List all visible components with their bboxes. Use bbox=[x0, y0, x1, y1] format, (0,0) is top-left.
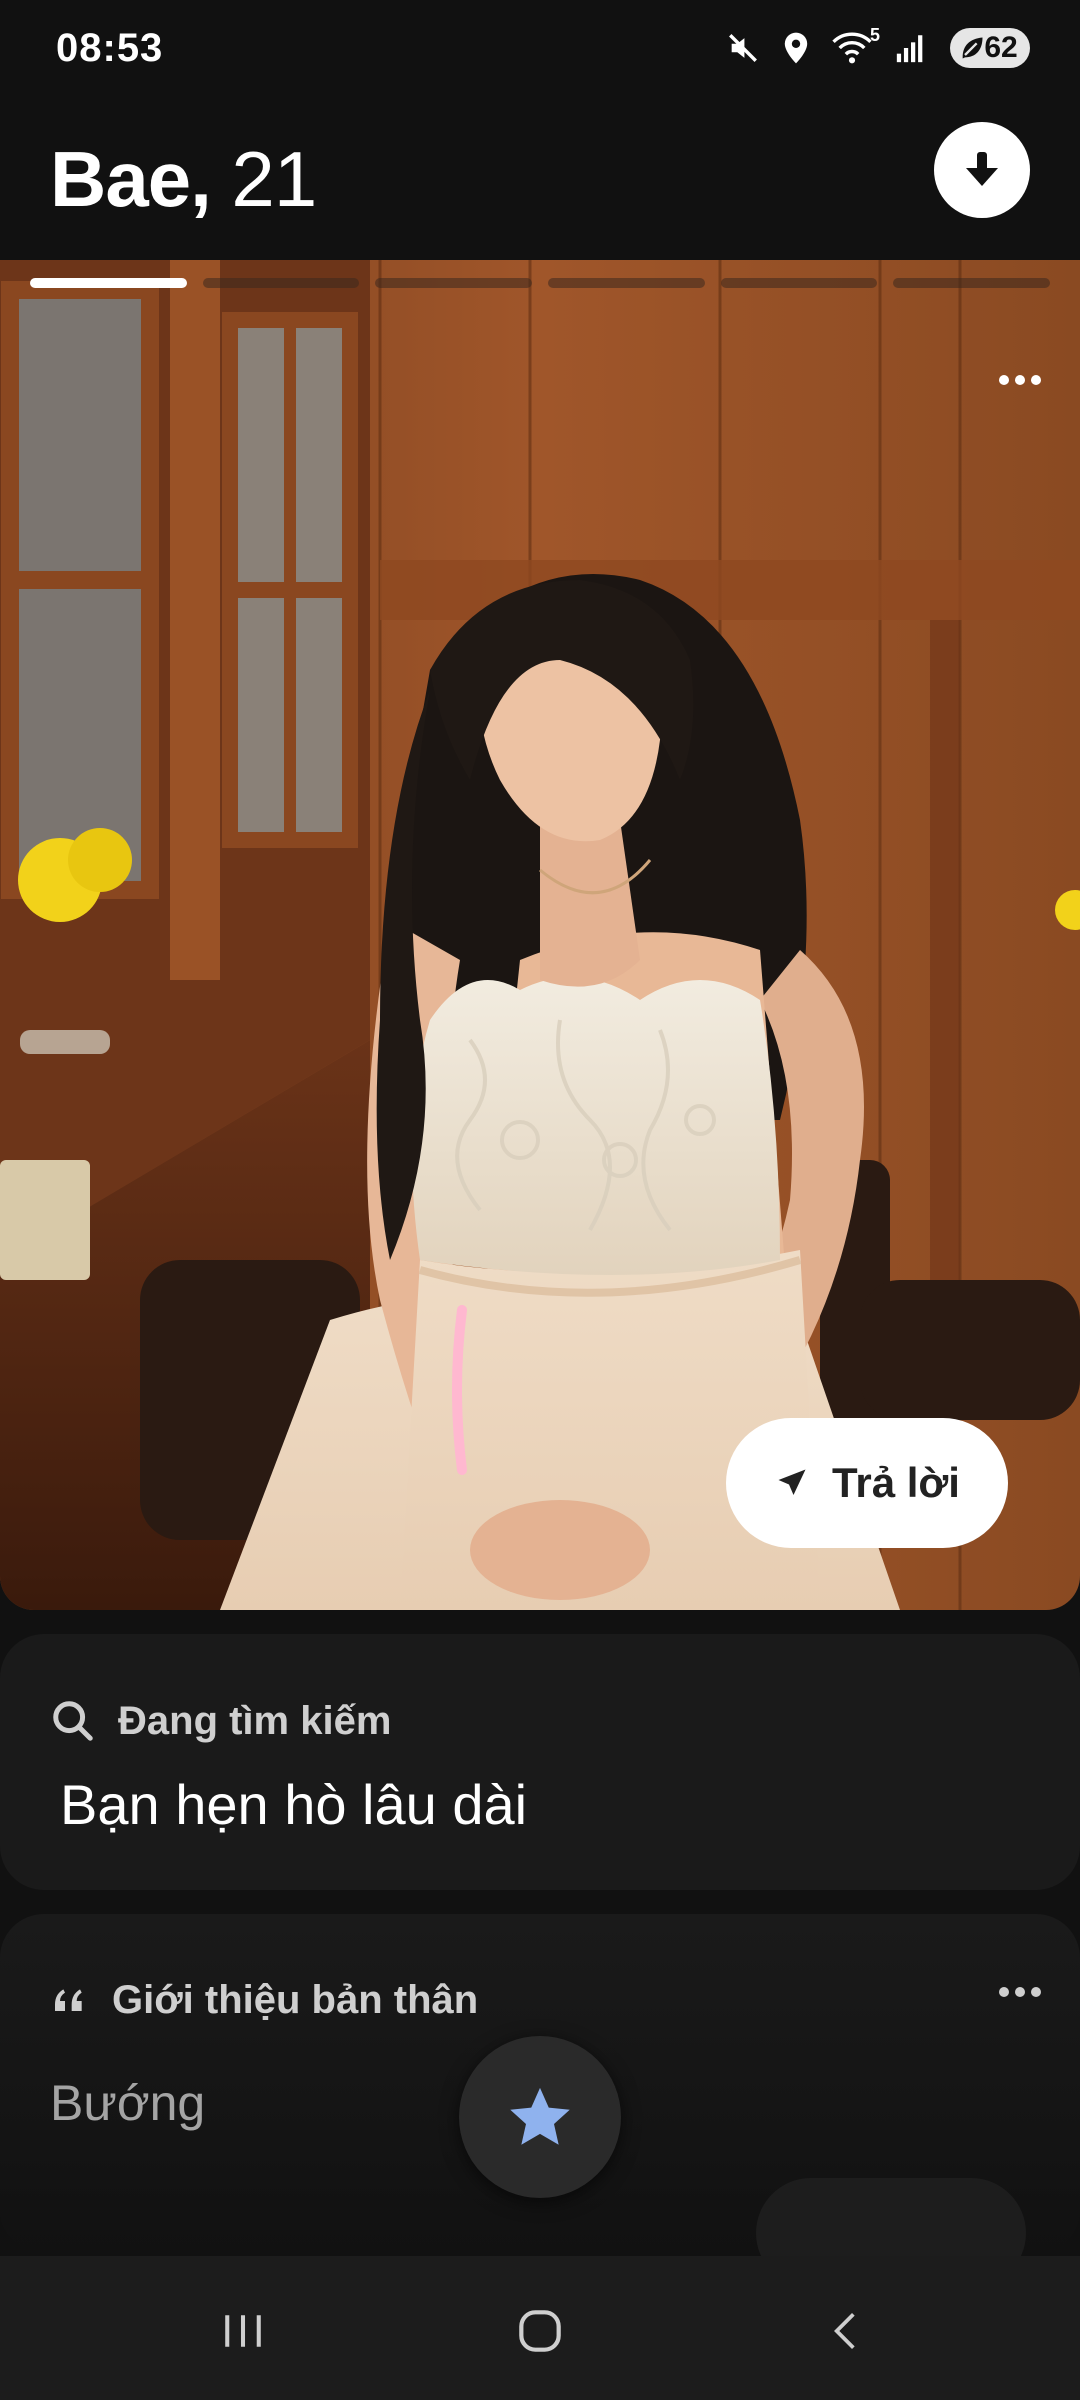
profile-name: Bae, 21 bbox=[50, 134, 317, 225]
power-saving-leaf-icon bbox=[962, 37, 983, 59]
looking-for-card: Đang tìm kiếm Bạn hẹn hò lâu dài bbox=[0, 1634, 1080, 1890]
more-dots-icon bbox=[999, 1987, 1041, 1997]
intro-title: Giới thiệu bản thân bbox=[112, 1978, 479, 2022]
home-icon bbox=[519, 2310, 561, 2352]
wifi-icon: 5 bbox=[832, 25, 880, 65]
recent-apps-button[interactable] bbox=[198, 2286, 288, 2376]
wifi-badge: 5 bbox=[869, 25, 880, 45]
profile-name-text: Bae, bbox=[50, 135, 212, 223]
looking-for-value: Bạn hẹn hò lâu dài bbox=[60, 1773, 528, 1836]
profile-age: 21 bbox=[210, 135, 317, 223]
intro-header: Giới thiệu bản thân bbox=[50, 1978, 478, 2023]
status-icons: 5 62 bbox=[726, 25, 1030, 68]
quote-icon bbox=[55, 1988, 82, 2011]
send-arrow-icon bbox=[778, 1469, 806, 1495]
status-time: 08:53 bbox=[56, 26, 164, 70]
profile-photo[interactable]: Trả lời bbox=[0, 260, 1080, 1610]
photo-image bbox=[0, 260, 1080, 1610]
back-button[interactable] bbox=[800, 2286, 890, 2376]
intro-text: Bướng bbox=[50, 2075, 206, 2131]
battery-level: 62 bbox=[984, 31, 1018, 64]
battery-indicator: 62 bbox=[950, 28, 1030, 68]
search-icon bbox=[53, 1701, 93, 1741]
download-button[interactable] bbox=[934, 122, 1030, 218]
more-dots-icon bbox=[999, 375, 1041, 385]
photo-progress-segment bbox=[375, 278, 533, 288]
photo-reply-button[interactable]: Trả lời bbox=[726, 1418, 1008, 1548]
looking-for-header: Đang tìm kiếm bbox=[50, 1698, 391, 1744]
status-bar: 08:53 5 62 bbox=[0, 0, 1080, 95]
photo-progress-segment bbox=[202, 278, 360, 288]
download-icon bbox=[966, 152, 998, 186]
photo-progress-segment bbox=[548, 278, 705, 288]
profile-header: Bae, 21 bbox=[0, 100, 1080, 258]
photo-progress-segment bbox=[30, 278, 187, 288]
star-icon bbox=[510, 2087, 570, 2145]
photo-progress-segment bbox=[720, 278, 878, 288]
location-icon bbox=[782, 31, 810, 65]
signal-icon bbox=[894, 31, 928, 65]
back-icon bbox=[834, 2313, 855, 2349]
photo-progress-segment bbox=[893, 278, 1051, 288]
reply-label: Trả lời bbox=[832, 1459, 960, 1506]
home-button[interactable] bbox=[495, 2286, 585, 2376]
system-nav-bar bbox=[0, 2256, 1080, 2400]
super-like-button[interactable] bbox=[459, 2036, 621, 2198]
intro-more-options-button[interactable] bbox=[990, 1972, 1050, 2012]
recent-apps-icon bbox=[225, 2315, 261, 2347]
looking-for-title: Đang tìm kiếm bbox=[118, 1698, 392, 1743]
mute-icon bbox=[726, 31, 760, 65]
photo-more-options-button[interactable] bbox=[990, 360, 1050, 400]
photo-progress-bar bbox=[30, 278, 1051, 290]
profile-screen: 08:53 5 62 Bae, 21 Trả lời Đang tìm kiếm… bbox=[0, 0, 1080, 2400]
